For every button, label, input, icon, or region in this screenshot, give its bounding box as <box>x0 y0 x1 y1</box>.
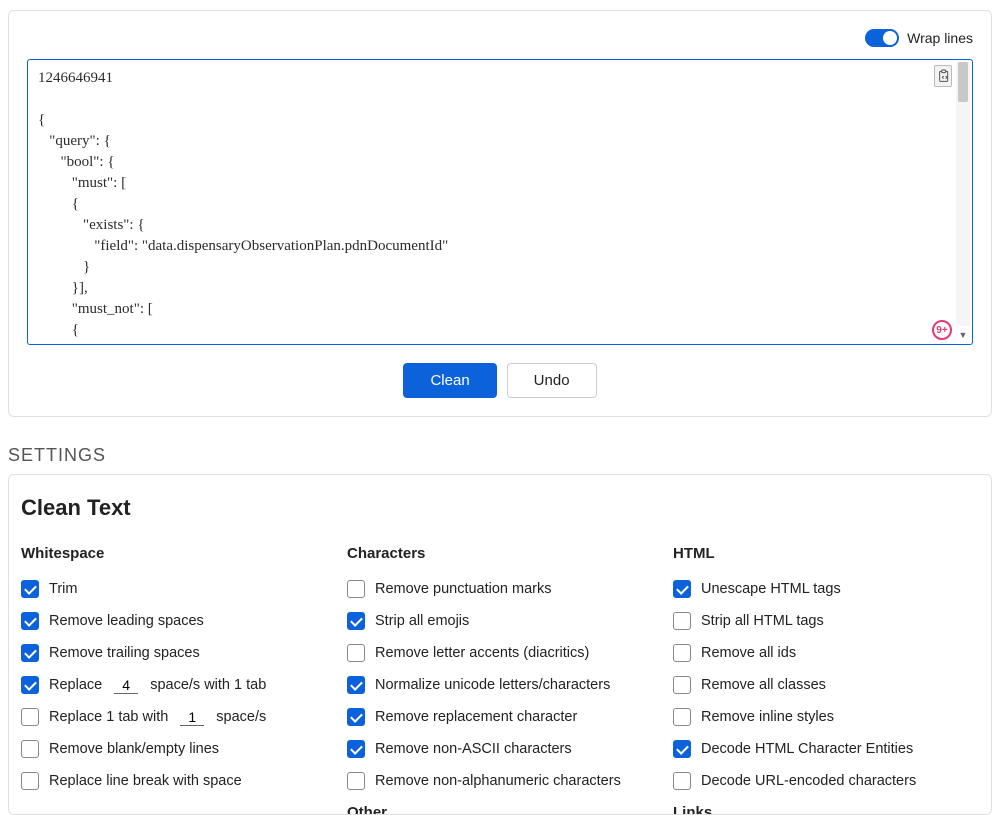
remove-ids-label: Remove all ids <box>701 645 796 661</box>
replace-linebreak-checkbox[interactable] <box>21 772 39 790</box>
remove-trailing-label: Remove trailing spaces <box>49 645 200 661</box>
decode-url-label: Decode URL-encoded characters <box>701 773 916 789</box>
links-subheading: Links <box>673 804 979 814</box>
trim-label: Trim <box>49 581 77 597</box>
remove-punct-label: Remove punctuation marks <box>375 581 552 597</box>
replace-spaces-checkbox[interactable] <box>21 676 39 694</box>
replace-tab-input[interactable] <box>180 709 204 726</box>
remove-blank-label: Remove blank/empty lines <box>49 741 219 757</box>
text-content[interactable]: 1246646941 { "query": { "bool": { "must"… <box>28 60 972 344</box>
remove-leading-label: Remove leading spaces <box>49 613 204 629</box>
settings-heading: SETTINGS <box>8 445 1000 466</box>
replace-tab-suffix: space/s <box>216 709 266 725</box>
unescape-checkbox[interactable] <box>673 580 691 598</box>
trim-checkbox[interactable] <box>21 580 39 598</box>
wrap-lines-toggle[interactable] <box>865 29 899 47</box>
remove-inline-checkbox[interactable] <box>673 708 691 726</box>
normalize-label: Normalize unicode letters/characters <box>375 677 610 693</box>
wrap-lines-label: Wrap lines <box>907 30 973 46</box>
undo-button[interactable]: Undo <box>507 363 597 398</box>
characters-title: Characters <box>347 545 653 562</box>
remove-nonascii-checkbox[interactable] <box>347 740 365 758</box>
replace-tab-checkbox[interactable] <box>21 708 39 726</box>
replace-tab-prefix: Replace 1 tab with <box>49 709 168 725</box>
count-badge: 9+ <box>932 320 952 340</box>
clean-button[interactable]: Clean <box>403 363 496 398</box>
remove-accents-checkbox[interactable] <box>347 644 365 662</box>
strip-tags-label: Strip all HTML tags <box>701 613 824 629</box>
replace-spaces-prefix: Replace <box>49 677 102 693</box>
characters-column: Characters Remove punctuation marks Stri… <box>347 545 653 814</box>
replace-linebreak-label: Replace line break with space <box>49 773 242 789</box>
scrollbar-thumb[interactable] <box>958 62 968 102</box>
normalize-checkbox[interactable] <box>347 676 365 694</box>
remove-nonalpha-label: Remove non-alphanumeric characters <box>375 773 621 789</box>
decode-entities-checkbox[interactable] <box>673 740 691 758</box>
remove-trailing-checkbox[interactable] <box>21 644 39 662</box>
remove-punct-checkbox[interactable] <box>347 580 365 598</box>
decode-url-checkbox[interactable] <box>673 772 691 790</box>
replace-spaces-suffix: space/s with 1 tab <box>150 677 266 693</box>
settings-title: Clean Text <box>21 495 979 521</box>
html-title: HTML <box>673 545 979 562</box>
clipboard-icon[interactable] <box>934 65 952 87</box>
remove-classes-checkbox[interactable] <box>673 676 691 694</box>
whitespace-column: Whitespace Trim Remove leading spaces Re… <box>21 545 327 814</box>
remove-classes-label: Remove all classes <box>701 677 826 693</box>
remove-accents-label: Remove letter accents (diacritics) <box>375 645 589 661</box>
settings-card: Clean Text Whitespace Trim Remove leadin… <box>8 474 992 815</box>
scrollbar[interactable] <box>956 62 970 326</box>
scroll-down-icon[interactable]: ▼ <box>956 328 970 342</box>
remove-blank-checkbox[interactable] <box>21 740 39 758</box>
whitespace-title: Whitespace <box>21 545 327 562</box>
unescape-label: Unescape HTML tags <box>701 581 841 597</box>
other-subheading: Other <box>347 804 653 814</box>
decode-entities-label: Decode HTML Character Entities <box>701 741 913 757</box>
text-input-area[interactable]: 1246646941 { "query": { "bool": { "must"… <box>27 59 973 345</box>
strip-emoji-checkbox[interactable] <box>347 612 365 630</box>
remove-nonascii-label: Remove non-ASCII characters <box>375 741 572 757</box>
remove-replacement-checkbox[interactable] <box>347 708 365 726</box>
input-card: Wrap lines 1246646941 { "query": { "bool… <box>8 10 992 417</box>
remove-leading-checkbox[interactable] <box>21 612 39 630</box>
replace-spaces-input[interactable] <box>114 677 138 694</box>
remove-nonalpha-checkbox[interactable] <box>347 772 365 790</box>
remove-inline-label: Remove inline styles <box>701 709 834 725</box>
remove-ids-checkbox[interactable] <box>673 644 691 662</box>
remove-replacement-label: Remove replacement character <box>375 709 577 725</box>
html-column: HTML Unescape HTML tags Strip all HTML t… <box>673 545 979 814</box>
strip-emoji-label: Strip all emojis <box>375 613 469 629</box>
strip-tags-checkbox[interactable] <box>673 612 691 630</box>
